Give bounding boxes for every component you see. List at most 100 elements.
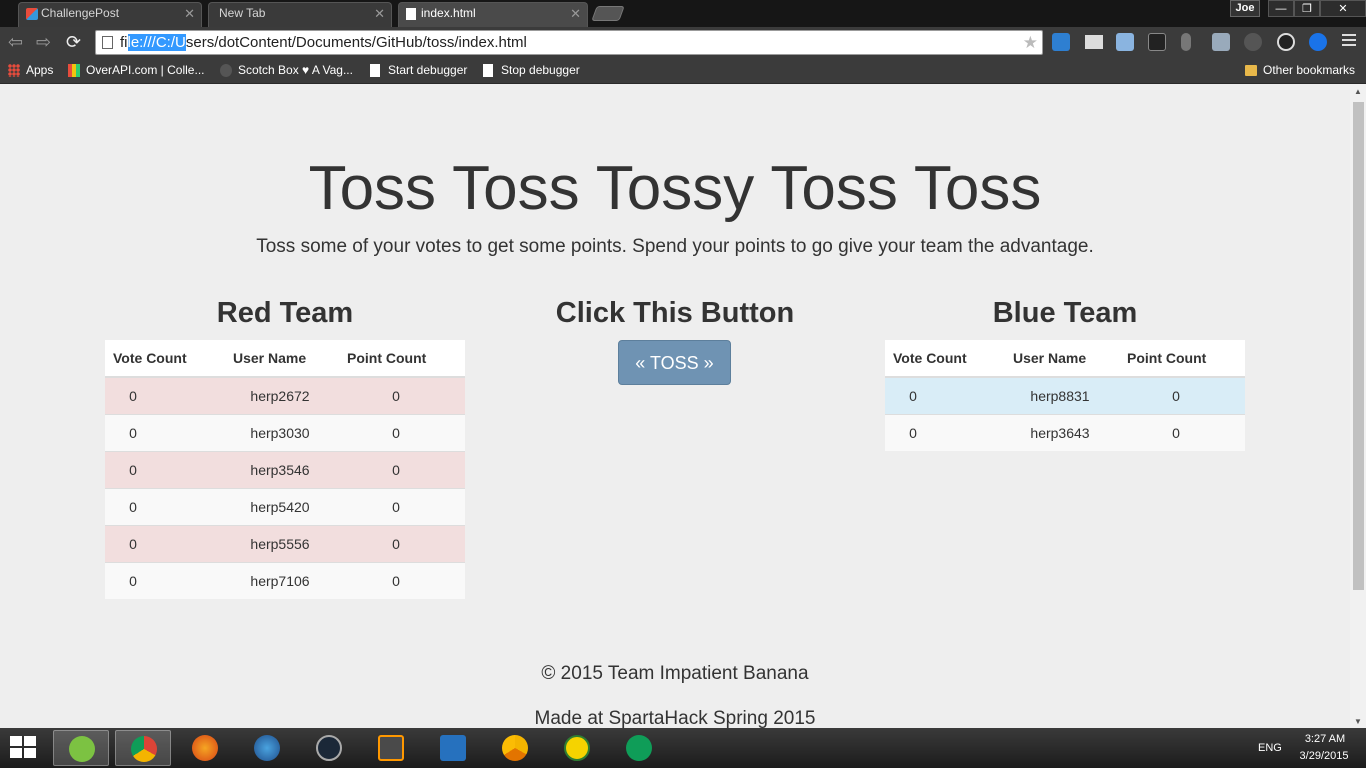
url-rest: sers/dotContent/Documents/GitHub/toss/in…: [185, 34, 527, 51]
browser-toolbar: ⇦ ⇨ ⟳ file:///C:/Users/dotContent/Docume…: [0, 27, 1366, 58]
taskbar-clover[interactable]: [53, 730, 109, 766]
extension-icon[interactable]: [1181, 33, 1191, 51]
other-bookmarks[interactable]: Other bookmarks: [1245, 63, 1355, 78]
taskbar-steam[interactable]: [301, 730, 357, 766]
taskbar-chrome-canary[interactable]: [487, 730, 543, 766]
user-name-cell: herp5420: [223, 487, 337, 525]
taskbar-hangouts[interactable]: [611, 730, 667, 766]
hangouts-icon: [626, 735, 652, 761]
scotch-icon: [220, 64, 232, 77]
bookmark-label: OverAPI.com | Colle...: [86, 63, 205, 77]
page-icon: [406, 8, 416, 20]
column-header: Vote Count: [885, 340, 1003, 378]
firefox-icon: [192, 735, 218, 761]
table-header-row: Vote Count User Name Point Count: [105, 340, 465, 378]
extension-icon[interactable]: [1085, 35, 1103, 49]
page-icon: [370, 64, 380, 77]
new-tab-button[interactable]: [591, 6, 625, 21]
scrollbar-thumb[interactable]: [1353, 102, 1364, 590]
hexchat-icon: [564, 735, 590, 761]
close-tab-icon[interactable]: ✕: [184, 3, 195, 24]
extension-icon[interactable]: [1052, 33, 1070, 51]
taskbar-firefox[interactable]: [177, 730, 233, 766]
bookmark-scotch-box[interactable]: Scotch Box ♥ A Vag...: [220, 63, 353, 78]
url-selection: le:///C:/U: [127, 34, 186, 51]
tab-title: New Tab: [219, 6, 266, 20]
page-content: Toss Toss Tossy Toss Toss Toss some of y…: [0, 84, 1350, 728]
table-row: 0 herp5556 0: [105, 524, 465, 562]
point-count-cell: 0: [337, 561, 465, 599]
tab-new-tab[interactable]: New Tab ✕: [208, 2, 392, 27]
extension-icon[interactable]: [1244, 33, 1262, 51]
vote-count-cell: 0: [105, 413, 223, 451]
close-tab-icon[interactable]: ✕: [570, 3, 581, 24]
messenger-icon[interactable]: [1309, 33, 1327, 51]
browser-tab-strip: ChallengePost ✕ New Tab ✕ index.html ✕ J…: [0, 0, 1366, 27]
extension-icon[interactable]: [1148, 33, 1166, 51]
profile-button[interactable]: Joe: [1230, 0, 1260, 17]
table-row: 0 herp7106 0: [105, 561, 465, 599]
close-window-button[interactable]: ✕: [1320, 0, 1366, 17]
point-count-cell: 0: [337, 450, 465, 488]
extension-icon[interactable]: [1116, 33, 1134, 51]
clock-time[interactable]: 3:27 AM: [1300, 733, 1350, 745]
bookmark-overapi[interactable]: OverAPI.com | Colle...: [68, 63, 204, 78]
windows-start-icon[interactable]: [10, 736, 38, 760]
back-icon[interactable]: ⇦: [8, 32, 23, 52]
overapi-icon: [68, 64, 80, 77]
table-row: 0 herp5420 0: [105, 487, 465, 525]
taskbar-firefox-dev[interactable]: [239, 730, 295, 766]
bookmarks-bar: Apps OverAPI.com | Colle... Scotch Box ♥…: [0, 58, 1366, 84]
red-team-title: Red Team: [216, 297, 354, 329]
scroll-down-icon[interactable]: ▼: [1354, 717, 1362, 726]
footer-copyright: © 2015 Team Impatient Banana: [541, 663, 809, 684]
blue-team-table: Vote Count User Name Point Count 0 herp8…: [885, 340, 1245, 451]
clock-date[interactable]: 3/29/2015: [1296, 750, 1352, 762]
table-row: 0 herp2672 0: [105, 376, 465, 414]
minimize-button[interactable]: —: [1268, 0, 1294, 17]
close-tab-icon[interactable]: ✕: [374, 3, 385, 24]
vote-count-cell: 0: [105, 561, 223, 599]
forward-icon[interactable]: ⇨: [36, 32, 51, 52]
taskbar-powershell[interactable]: [425, 730, 481, 766]
extension-icon[interactable]: [1277, 33, 1295, 51]
point-count-cell: 0: [1117, 413, 1245, 451]
user-name-cell: herp3546: [223, 450, 337, 488]
vote-count-cell: 0: [885, 413, 1003, 451]
user-name-cell: herp8831: [1003, 376, 1117, 414]
scroll-up-icon[interactable]: ▲: [1354, 87, 1362, 96]
reload-icon[interactable]: ⟳: [66, 32, 81, 52]
tab-challengepost[interactable]: ChallengePost ✕: [18, 2, 202, 27]
bookmark-apps[interactable]: Apps: [8, 63, 53, 78]
page-icon: [483, 64, 493, 77]
tab-title: ChallengePost: [41, 6, 120, 20]
vote-count-cell: 0: [105, 376, 223, 414]
bookmark-label: Scotch Box ♥ A Vag...: [238, 63, 353, 77]
chrome-canary-icon: [502, 735, 528, 761]
language-indicator[interactable]: ENG: [1258, 742, 1282, 754]
column-header: Point Count: [337, 340, 465, 378]
column-header: Point Count: [1117, 340, 1245, 378]
page-subtitle: Toss some of your votes to get some poin…: [256, 236, 1094, 257]
steam-icon: [316, 735, 342, 761]
toss-button[interactable]: « TOSS »: [618, 340, 731, 385]
bookmark-star-icon[interactable]: ★: [1023, 31, 1038, 54]
taskbar-hexchat[interactable]: [549, 730, 605, 766]
folder-icon: [1245, 65, 1257, 76]
extension-icon[interactable]: [1212, 33, 1230, 51]
tab-index-html[interactable]: index.html ✕: [398, 2, 588, 27]
sublime-text-icon: [378, 735, 404, 761]
taskbar-chrome[interactable]: [115, 730, 171, 766]
blue-team-title: Blue Team: [992, 297, 1138, 329]
vertical-scrollbar[interactable]: ▲ ▼: [1350, 84, 1366, 728]
address-bar[interactable]: file:///C:/Users/dotContent/Documents/Gi…: [95, 30, 1043, 55]
bookmark-stop-debugger[interactable]: Stop debugger: [483, 63, 580, 78]
maximize-button[interactable]: ❐: [1294, 0, 1320, 17]
bookmark-start-debugger[interactable]: Start debugger: [370, 63, 467, 78]
column-header: User Name: [1003, 340, 1117, 378]
user-name-cell: herp5556: [223, 524, 337, 562]
menu-icon[interactable]: [1342, 34, 1356, 49]
user-name-cell: herp3030: [223, 413, 337, 451]
taskbar-sublime[interactable]: [363, 730, 419, 766]
footer-made-at: Made at SpartaHack Spring 2015: [534, 708, 816, 728]
